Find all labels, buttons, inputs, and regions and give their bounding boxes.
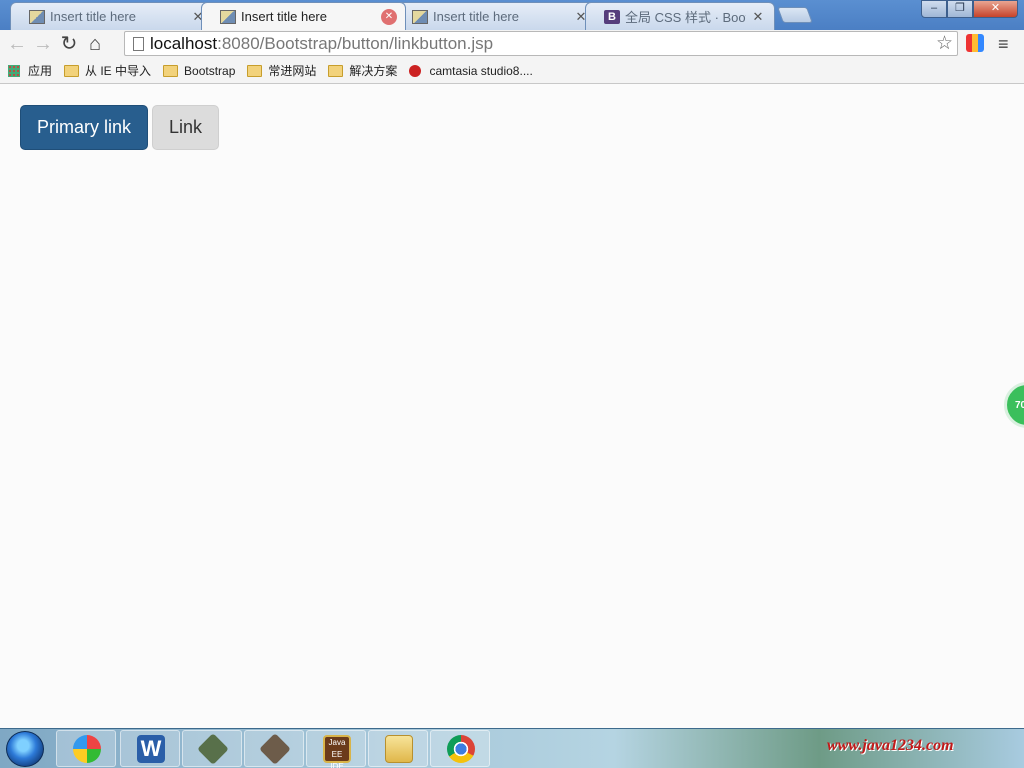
- taskbar-app-tool[interactable]: [182, 730, 242, 767]
- tab-title: Insert title here: [241, 9, 327, 24]
- tab-title: 全局 CSS 样式 · Bootstra: [625, 10, 746, 25]
- home-button[interactable]: ⌂: [82, 31, 108, 57]
- camtasia-icon: [409, 64, 422, 77]
- tab-title: Insert title here: [433, 9, 519, 24]
- bookmark-label: camtasia studio8....: [429, 63, 533, 78]
- start-button[interactable]: [6, 731, 44, 767]
- address-bar[interactable]: localhost:8080/Bootstrap/button/linkbutt…: [124, 31, 958, 56]
- folder-icon: [64, 64, 80, 77]
- tab-strip: Insert title here ✕ Insert title here ✕ …: [0, 0, 1024, 30]
- url-host: localhost: [150, 33, 218, 53]
- bookmark-label: 应用: [28, 64, 53, 78]
- bookmark-folder-ie-import[interactable]: 从 IE 中导入: [64, 62, 151, 79]
- primary-link-button[interactable]: Primary link: [20, 105, 148, 150]
- apps-icon: [8, 64, 20, 77]
- back-button[interactable]: ←: [4, 31, 30, 57]
- bookmark-camtasia[interactable]: camtasia studio8....: [409, 63, 533, 78]
- folder-icon: [328, 64, 344, 77]
- taskbar: W Java EE IDE www.java1234.com: [0, 728, 1024, 768]
- bookmark-star-icon[interactable]: ☆: [936, 32, 953, 55]
- taskbar-chrome[interactable]: [430, 730, 490, 767]
- forward-button[interactable]: →: [30, 31, 56, 57]
- page-image-icon: [29, 9, 45, 24]
- javaee-icon: Java EE IDE: [323, 735, 351, 768]
- reload-button[interactable]: ↻: [56, 31, 82, 57]
- tab-2[interactable]: Insert title here ✕: [201, 2, 406, 30]
- windows-logo-icon: [73, 735, 101, 763]
- close-window-button[interactable]: ✕: [973, 0, 1018, 18]
- maximize-button[interactable]: ❐: [947, 0, 973, 18]
- page-image-icon: [412, 9, 428, 24]
- bookmarks-bar: 应用 从 IE 中导入 Bootstrap 常进网站 解决方案 camtasia…: [0, 58, 1024, 84]
- minimize-button[interactable]: ‒: [921, 0, 947, 18]
- folder-icon: [247, 64, 263, 77]
- word-icon: W: [137, 735, 165, 763]
- taskbar-app-tool-2[interactable]: [244, 730, 304, 767]
- bookmark-apps[interactable]: 应用: [8, 62, 52, 79]
- bookmark-folder-sites[interactable]: 常进网站: [247, 62, 316, 79]
- bootstrap-icon: B: [604, 9, 620, 24]
- page-image-icon: [220, 9, 236, 24]
- close-icon[interactable]: ✕: [381, 8, 397, 25]
- taskbar-word[interactable]: W: [120, 730, 180, 767]
- extension-icon[interactable]: [966, 34, 984, 52]
- chrome-icon: [447, 735, 475, 763]
- tab-4[interactable]: B 全局 CSS 样式 · Bootstra ✕: [585, 2, 775, 30]
- taskbar-media-center[interactable]: [56, 730, 116, 767]
- taskbar-explorer[interactable]: [368, 730, 428, 767]
- taskbar-javaee[interactable]: Java EE IDE: [306, 730, 366, 768]
- browser-toolbar: ← → ↻ ⌂ localhost:8080/Bootstrap/button/…: [0, 30, 1024, 58]
- bookmark-label: 常进网站: [268, 64, 317, 78]
- bookmark-folder-bootstrap[interactable]: Bootstrap: [163, 64, 235, 78]
- speed-badge[interactable]: 70: [1004, 382, 1024, 428]
- tab-1[interactable]: Insert title here ✕: [10, 2, 215, 30]
- page-icon: [133, 36, 144, 51]
- folder-icon: [163, 64, 179, 77]
- bookmark-label: Bootstrap: [184, 63, 236, 78]
- folder-icon: [385, 735, 413, 763]
- window-controls: ‒ ❐ ✕: [921, 0, 1018, 18]
- url-path: :8080/Bootstrap/button/linkbutton.jsp: [217, 33, 494, 53]
- menu-icon[interactable]: ≡: [998, 30, 1009, 58]
- new-tab-button[interactable]: [777, 7, 813, 23]
- tab-3[interactable]: Insert title here ✕: [393, 2, 598, 30]
- link-button[interactable]: Link: [152, 105, 219, 150]
- app-tool-icon: [197, 733, 229, 765]
- bookmark-label: 解决方案: [349, 64, 398, 78]
- close-icon[interactable]: ✕: [750, 9, 766, 25]
- bookmark-label: 从 IE 中导入: [85, 64, 152, 78]
- page-content: Primary link Link 70: [0, 85, 1024, 728]
- app-tool-2-icon: [259, 733, 291, 765]
- bookmark-folder-solutions[interactable]: 解决方案: [328, 62, 397, 79]
- watermark: www.java1234.com: [827, 737, 954, 754]
- tab-title: Insert title here: [50, 9, 136, 24]
